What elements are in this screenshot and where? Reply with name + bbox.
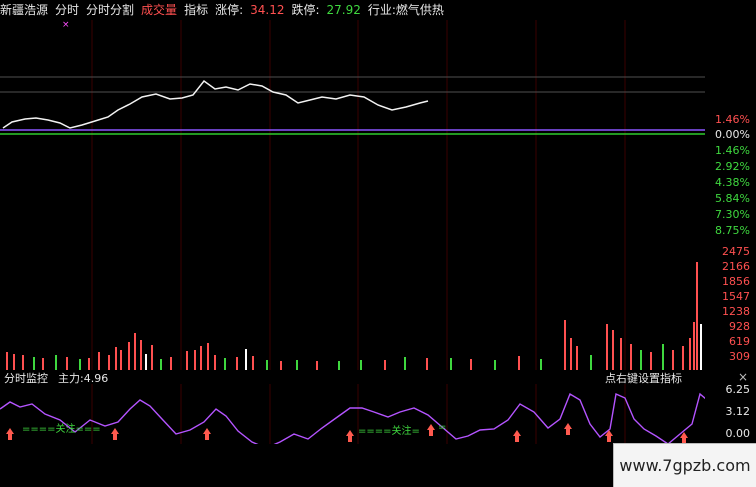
limit-up-value: 34.12 [250,3,285,17]
sub-indicator-chart[interactable]: ====关注=== ====关注= = [0,384,705,444]
price-axis: 1.46% 0.00% 1.46% 2.92% 4.38% 5.84% 7.30… [704,113,756,253]
stock-name: 新疆浩源 [0,3,49,17]
tab-time-share[interactable]: 分时 [55,0,79,20]
vol-tick-6: 928 [729,320,750,333]
tick-green-4: 5.84% [715,192,750,205]
annotation-2: ====关注= [358,424,420,437]
limit-down-value: 27.92 [326,3,361,17]
vol-tick-8: 309 [729,350,750,363]
tick-green-1: 1.46% [715,144,750,157]
ind-tick-2: 3.12 [725,405,751,418]
tab-volume[interactable]: 成交量 [141,0,177,20]
watermark: www.7gpzb.com [613,443,756,487]
ind-tick-1: 6.25 [725,383,751,396]
vol-tick-4: 1547 [722,290,750,303]
vol-tick-2: 2166 [722,260,750,273]
ind-tick-3: 0.00 [725,427,751,440]
volume-axis: 2475 2166 1856 1547 1238 928 619 309 [704,245,756,365]
tick-green-6: 8.75% [715,224,750,237]
tick-green-3: 4.38% [715,176,750,189]
annotation-1: ====关注=== [22,422,101,435]
volume-chart[interactable] [0,254,705,370]
vol-tick-7: 619 [729,335,750,348]
annotation-3: = [438,422,446,433]
limit-down-label: 跌停: [291,3,320,17]
vol-tick-1: 2475 [722,245,750,258]
limit-up-label: 涨停: [215,3,244,17]
tick-green-2: 2.92% [715,160,750,173]
tab-indicator[interactable]: 指标 [184,0,208,20]
tick-red-1: 1.46% [715,113,750,126]
close-marker: × [62,20,70,30]
price-chart[interactable]: × [0,20,705,254]
sub-indicator-header: 分时监控 主力:4.96 点右键设置指标 [0,370,756,385]
chart-toolbar: 新疆浩源 分时 分时分割 成交量 指标 涨停: 34.12 跌停: 27.92 … [0,0,756,20]
close-icon[interactable]: × [738,370,748,384]
tab-time-share-split[interactable]: 分时分割 [86,0,134,20]
tick-zero: 0.00% [715,128,750,141]
vol-tick-3: 1856 [722,275,750,288]
industry-label: 行业:燃气供热 [367,3,444,17]
vol-tick-5: 1238 [722,305,750,318]
indicator-axis: 6.25 3.12 0.00 [704,383,756,443]
tick-green-5: 7.30% [715,208,750,221]
